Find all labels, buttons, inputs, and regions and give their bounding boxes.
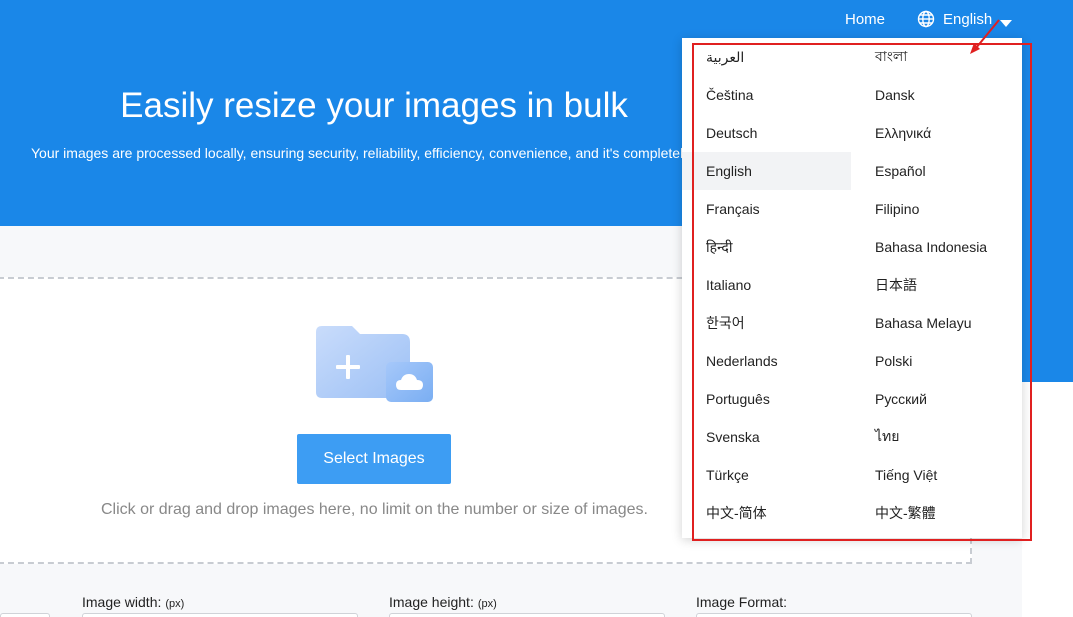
language-option-pl[interactable]: Polski [851,342,1020,380]
page-subtitle: Your images are processed locally, ensur… [31,145,682,161]
page-title: Easily resize your images in bulk [120,86,628,125]
width-input[interactable] [82,613,358,617]
language-option-ru[interactable]: Русский [851,380,1020,418]
language-option-hi[interactable]: हिन्दी [682,228,851,266]
language-switcher-label: English [943,10,993,28]
drop-hint: Click or drag and drop images here, no l… [101,501,648,518]
language-option-fr[interactable]: Français [682,190,851,228]
format-select[interactable] [696,613,972,617]
language-option-cs[interactable]: Čeština [682,76,851,114]
height-unit: (px) [477,598,497,610]
width-label-text: Image width: [82,594,162,610]
height-input[interactable] [389,613,665,617]
language-option-sv[interactable]: Svenska [682,418,851,456]
language-option-fil[interactable]: Filipino [851,190,1020,228]
caret-down-icon [1000,15,1013,27]
language-option-ar[interactable]: العربية [682,38,851,76]
language-option-el[interactable]: Ελληνικά [851,114,1020,152]
globe-icon [917,10,935,28]
left-input[interactable] [0,613,50,617]
height-label: Image height: (px) [389,594,497,610]
language-option-pt[interactable]: Português [682,380,851,418]
language-option-it[interactable]: Italiano [682,266,851,304]
height-label-text: Image height: [389,594,474,610]
language-option-es[interactable]: Español [851,152,1020,190]
language-option-ja[interactable]: 日本語 [851,266,1020,304]
language-option-da[interactable]: Dansk [851,76,1020,114]
language-option-ko[interactable]: 한국어 [682,304,851,342]
language-option-id[interactable]: Bahasa Indonesia [851,228,1020,266]
width-unit: (px) [165,598,185,610]
language-option-zh-cn[interactable]: 中文-简体 [682,494,851,532]
language-option-nl[interactable]: Nederlands [682,342,851,380]
nav-home-link[interactable]: Home [845,11,885,28]
language-option-ms[interactable]: Bahasa Melayu [851,304,1020,342]
language-option-th[interactable]: ไทย [851,418,1020,456]
language-option-vi[interactable]: Tiếng Việt [851,456,1020,494]
language-option-tr[interactable]: Türkçe [682,456,851,494]
language-switcher[interactable]: English [917,10,1013,28]
language-option-en[interactable]: English [682,152,851,190]
width-label: Image width: (px) [82,594,184,610]
hero-banner-edge [1020,226,1073,382]
folder-upload-icon [314,322,434,404]
format-label: Image Format: [696,594,788,610]
language-option-bn[interactable]: বাংলা [851,38,1020,76]
language-option-de[interactable]: Deutsch [682,114,851,152]
select-images-button[interactable]: Select Images [297,434,451,484]
language-dropdown: العربية বাংলা Čeština Dansk Deutsch Ελλη… [682,38,1022,538]
language-option-zh-tw[interactable]: 中文-繁體 [851,494,1020,532]
